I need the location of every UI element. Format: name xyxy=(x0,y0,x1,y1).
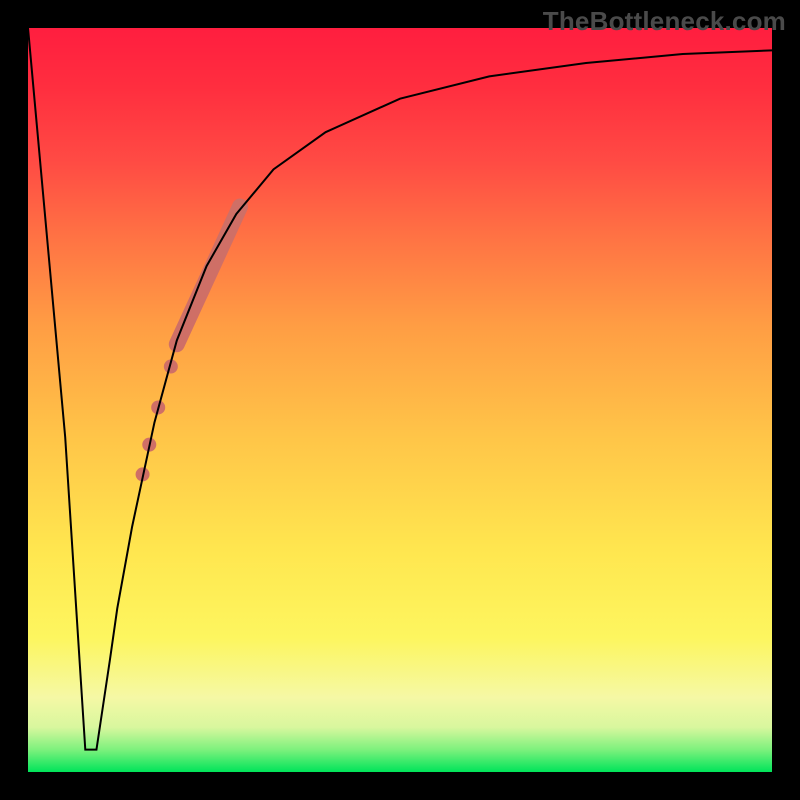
chart-container: TheBottleneck.com xyxy=(0,0,800,800)
watermark-text: TheBottleneck.com xyxy=(543,6,786,37)
chart-border xyxy=(0,0,800,800)
